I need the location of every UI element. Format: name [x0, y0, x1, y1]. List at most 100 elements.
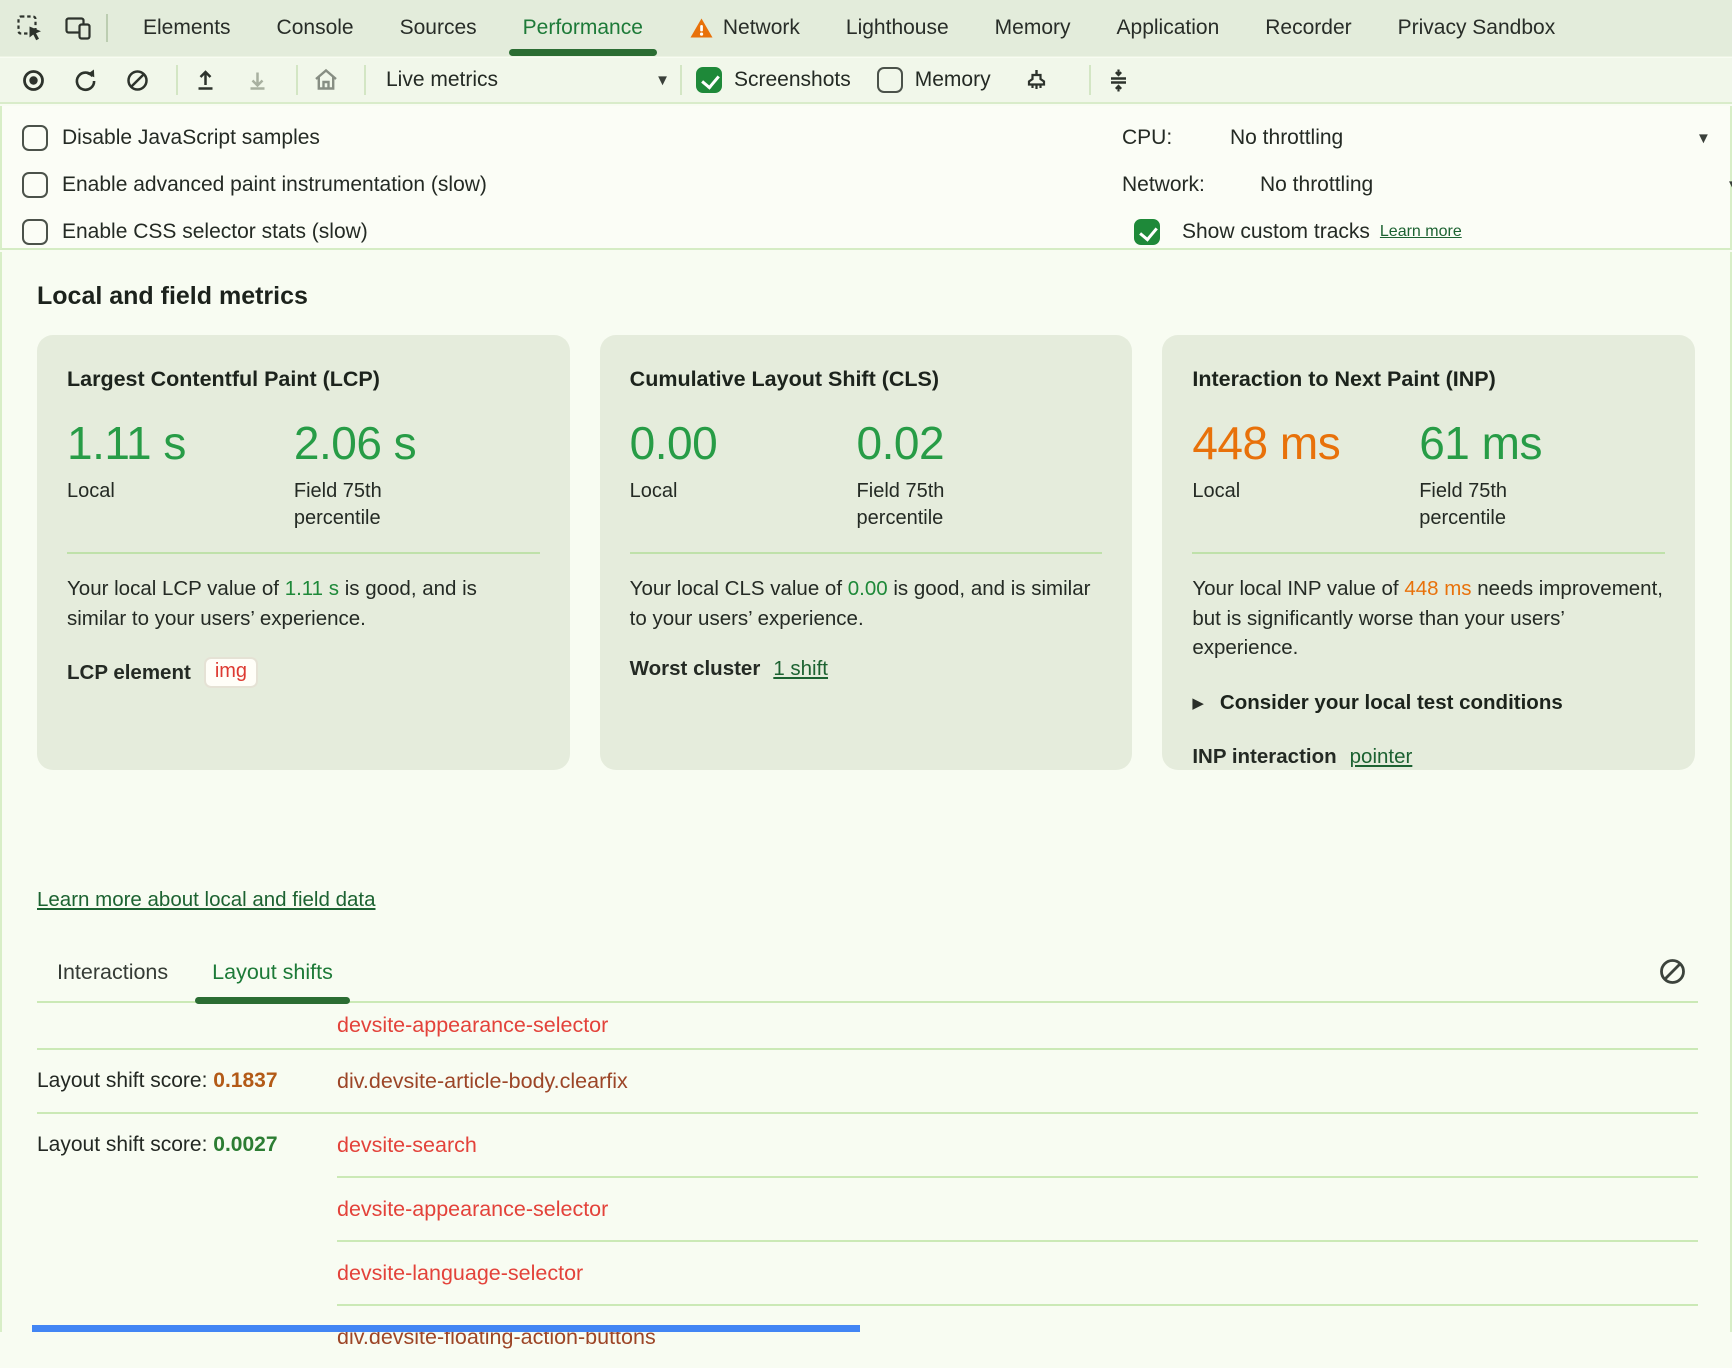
local-label: Local: [67, 478, 227, 505]
shift-node-link[interactable]: devsite-appearance-selector: [337, 1013, 608, 1038]
toolbar-divider: [364, 65, 366, 95]
cls-card-title: Cumulative Layout Shift (CLS): [630, 367, 1103, 392]
tab-elements[interactable]: Elements: [120, 0, 254, 56]
lcp-card-title: Largest Contentful Paint (LCP): [67, 367, 540, 392]
panel-tabs: Elements Console Sources Performance Net…: [120, 0, 1732, 56]
shift-score: 0.1837: [213, 1069, 277, 1092]
capture-settings: Disable JavaScript samples Enable advanc…: [0, 106, 1732, 250]
advanced-paint-label: Enable advanced paint instrumentation (s…: [62, 173, 487, 197]
performance-toolbar: Live metrics ▼ Screenshots Memory: [0, 58, 1732, 104]
chevron-down-icon: ▼: [655, 72, 670, 89]
disable-js-samples-label: Disable JavaScript samples: [62, 126, 320, 150]
tab-lighthouse[interactable]: Lighthouse: [823, 0, 972, 56]
advanced-paint-checkbox[interactable]: [22, 172, 48, 198]
tab-recorder[interactable]: Recorder: [1242, 0, 1374, 56]
record-icon[interactable]: [20, 67, 50, 94]
learn-more-field-data-link[interactable]: Learn more about local and field data: [37, 888, 375, 912]
toolbar-divider: [680, 65, 682, 95]
history-select[interactable]: Live metrics ▼: [380, 68, 680, 92]
save-profile-icon[interactable]: [244, 67, 274, 94]
page-title: Local and field metrics: [37, 282, 308, 311]
card-divider: [1192, 552, 1665, 554]
selection-highlight-strip: [32, 1325, 860, 1332]
shift-node-link[interactable]: div.devsite-article-body.clearfix: [337, 1069, 628, 1094]
load-profile-icon[interactable]: [192, 67, 222, 94]
lcp-field-value: 2.06 s: [294, 416, 540, 470]
home-icon[interactable]: [312, 66, 342, 94]
record-and-reload-icon[interactable]: [72, 67, 102, 94]
live-metrics-view: Local and field metrics Largest Contentf…: [0, 252, 1732, 1332]
collect-garbage-icon[interactable]: [1023, 67, 1053, 94]
layout-shift-row: devsite-appearance-selector: [37, 1178, 1698, 1240]
tab-layout-shifts[interactable]: Layout shifts: [212, 960, 333, 985]
clear-icon[interactable]: [124, 67, 154, 94]
device-toolbar-icon[interactable]: [64, 14, 94, 42]
inp-interaction-link[interactable]: pointer: [1350, 745, 1413, 769]
inp-card-title: Interaction to Next Paint (INP): [1192, 367, 1665, 392]
custom-tracks-label: Show custom tracks: [1182, 220, 1370, 244]
network-throttle-label: Network:: [1122, 173, 1230, 197]
custom-tracks-checkbox[interactable]: [1134, 219, 1160, 245]
tab-memory[interactable]: Memory: [972, 0, 1094, 56]
shift-score: 0.0027: [213, 1133, 277, 1156]
local-label: Local: [1192, 478, 1352, 505]
layout-shift-row: devsite-language-selector: [37, 1242, 1698, 1304]
layout-shift-row: devsite-appearance-selector: [37, 1003, 1698, 1048]
field-label: Field 75th percentile: [294, 478, 454, 532]
memory-checkbox[interactable]: [877, 67, 903, 93]
layout-shift-row: Layout shift score: 0.0027 devsite-searc…: [37, 1114, 1698, 1176]
cls-field-value: 0.02: [857, 416, 1103, 470]
layout-shift-row: div.devsite-floating-action-buttons: [37, 1306, 1698, 1368]
lcp-card: Largest Contentful Paint (LCP) 1.11 s Lo…: [37, 335, 570, 770]
css-selector-stats-checkbox[interactable]: [22, 219, 48, 245]
lcp-local-value: 1.11 s: [67, 416, 294, 470]
field-label: Field 75th percentile: [1419, 478, 1579, 532]
shift-node-link[interactable]: devsite-language-selector: [337, 1261, 583, 1286]
inp-interaction-label: INP interaction: [1192, 745, 1336, 769]
inp-card: Interaction to Next Paint (INP) 448 ms L…: [1162, 335, 1695, 770]
chevron-down-icon[interactable]: ▼: [1696, 130, 1711, 147]
lcp-element-label: LCP element: [67, 661, 191, 685]
cpu-throttle-label: CPU:: [1122, 126, 1230, 150]
collapse-panel-icon[interactable]: [1105, 67, 1135, 94]
warning-icon: [689, 16, 714, 40]
disable-js-samples-checkbox[interactable]: [22, 125, 48, 151]
shift-node-link[interactable]: devsite-appearance-selector: [337, 1197, 608, 1222]
log-section: Interactions Layout shifts devsite-appea…: [2, 950, 1730, 1368]
cls-card: Cumulative Layout Shift (CLS) 0.00 Local…: [600, 335, 1133, 770]
network-throttle-select[interactable]: No throttling: [1260, 173, 1373, 197]
layout-shift-row: Layout shift score: 0.1837 div.devsite-a…: [37, 1050, 1698, 1112]
memory-label: Memory: [915, 68, 991, 92]
tab-privacy-sandbox[interactable]: Privacy Sandbox: [1375, 0, 1579, 56]
devtools-tabbar: Elements Console Sources Performance Net…: [0, 0, 1732, 57]
cls-local-value: 0.00: [630, 416, 857, 470]
tab-interactions[interactable]: Interactions: [57, 960, 168, 985]
inp-description: Your local INP value of 448 ms needs imp…: [1192, 574, 1665, 663]
css-selector-stats-label: Enable CSS selector stats (slow): [62, 220, 368, 244]
chevron-down-icon[interactable]: ▼: [1726, 177, 1732, 194]
cls-description: Your local CLS value of 0.00 is good, an…: [630, 574, 1103, 633]
cpu-throttle-select[interactable]: No throttling: [1230, 126, 1343, 150]
lcp-element-node-link[interactable]: img: [204, 657, 258, 688]
screenshots-checkbox[interactable]: [696, 67, 722, 93]
tab-network[interactable]: Network: [666, 0, 823, 56]
local-test-conditions-disclosure[interactable]: ▶ Consider your local test conditions: [1192, 691, 1665, 715]
screenshots-label: Screenshots: [734, 68, 851, 92]
disclosure-triangle-icon: ▶: [1192, 694, 1204, 712]
tab-performance[interactable]: Performance: [500, 0, 666, 56]
shift-node-link[interactable]: devsite-search: [337, 1133, 477, 1158]
card-divider: [630, 552, 1103, 554]
lcp-description: Your local LCP value of 1.11 s is good, …: [67, 574, 540, 633]
worst-cluster-label: Worst cluster: [630, 657, 761, 681]
toolbar-divider: [1089, 65, 1091, 95]
inspect-element-icon[interactable]: [16, 14, 44, 42]
custom-tracks-learn-more-link[interactable]: Learn more: [1380, 223, 1462, 241]
tab-console[interactable]: Console: [254, 0, 377, 56]
toolbar-divider: [296, 65, 298, 95]
card-divider: [67, 552, 540, 554]
clear-log-icon[interactable]: [1657, 956, 1688, 987]
inp-field-value: 61 ms: [1419, 416, 1665, 470]
tab-application[interactable]: Application: [1094, 0, 1243, 56]
worst-cluster-link[interactable]: 1 shift: [773, 657, 828, 681]
tab-sources[interactable]: Sources: [377, 0, 500, 56]
